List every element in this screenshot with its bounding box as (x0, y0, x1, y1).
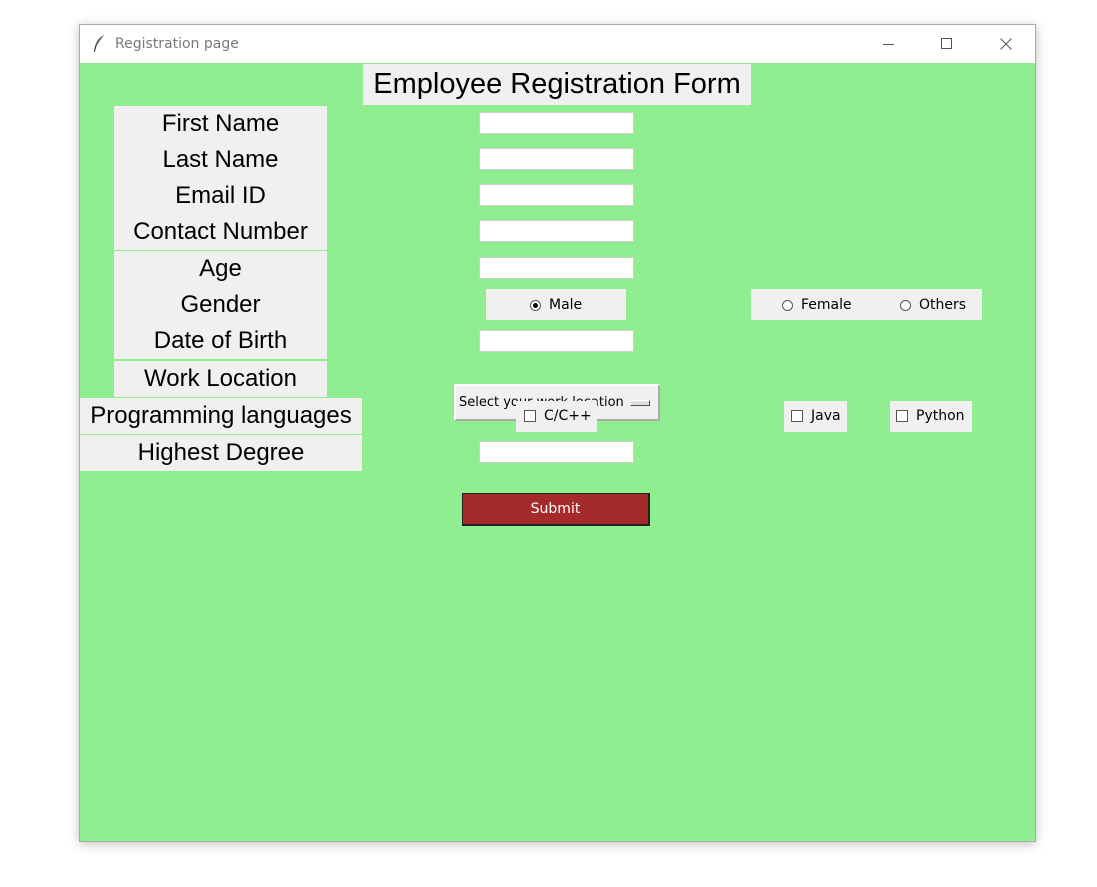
radio-unselected-icon (900, 299, 911, 311)
highest-degree-label: Highest Degree (80, 435, 362, 471)
contact-number-input[interactable] (479, 220, 634, 242)
feather-icon (92, 34, 106, 54)
lang-c-checkbox[interactable]: C/C++ (524, 408, 592, 424)
programming-languages-label: Programming languages (80, 398, 362, 434)
gender-label: Gender (114, 287, 327, 323)
maximize-button[interactable] (918, 25, 976, 63)
minimize-icon (883, 44, 894, 45)
date-of-birth-label: Date of Birth (114, 323, 327, 359)
radio-unselected-icon (782, 299, 793, 311)
gender-male-radio[interactable]: Male (530, 297, 582, 313)
gender-male-label: Male (549, 297, 583, 313)
close-button[interactable] (977, 25, 1035, 63)
lang-java-checkbox[interactable]: Java (791, 408, 841, 424)
email-label: Email ID (114, 178, 327, 214)
last-name-input[interactable] (479, 148, 634, 170)
title-bar[interactable]: Registration page (80, 25, 1035, 63)
first-name-label: First Name (114, 106, 327, 142)
dropdown-indicator-icon (629, 399, 650, 406)
submit-button[interactable]: Submit (462, 493, 650, 526)
gender-female-label: Female (801, 297, 852, 313)
form-area: Employee Registration Form First Name La… (80, 63, 1035, 841)
close-icon (1000, 38, 1012, 50)
lang-java-label: Java (811, 408, 841, 424)
lang-c-label: C/C++ (544, 408, 592, 424)
email-input[interactable] (479, 184, 634, 206)
window-title: Registration page (115, 36, 239, 52)
work-location-label: Work Location (114, 361, 327, 397)
highest-degree-input[interactable] (479, 441, 634, 463)
gender-others-label: Others (919, 297, 967, 313)
age-label: Age (114, 251, 327, 287)
gender-female-radio[interactable]: Female (782, 297, 852, 313)
checkbox-icon (791, 410, 803, 422)
lang-python-checkbox[interactable]: Python (896, 408, 965, 424)
minimize-button[interactable] (860, 25, 918, 63)
last-name-label: Last Name (114, 142, 327, 178)
radio-selected-icon (530, 299, 541, 311)
registration-window: Registration page Employee Registration … (79, 24, 1036, 842)
date-of-birth-input[interactable] (479, 330, 634, 352)
checkbox-icon (896, 410, 908, 422)
contact-number-label: Contact Number (114, 214, 327, 250)
lang-python-label: Python (916, 408, 965, 424)
maximize-icon (941, 38, 952, 49)
checkbox-icon (524, 410, 536, 422)
form-heading: Employee Registration Form (363, 64, 751, 105)
age-input[interactable] (479, 257, 634, 279)
gender-others-radio[interactable]: Others (900, 297, 966, 313)
first-name-input[interactable] (479, 112, 634, 134)
